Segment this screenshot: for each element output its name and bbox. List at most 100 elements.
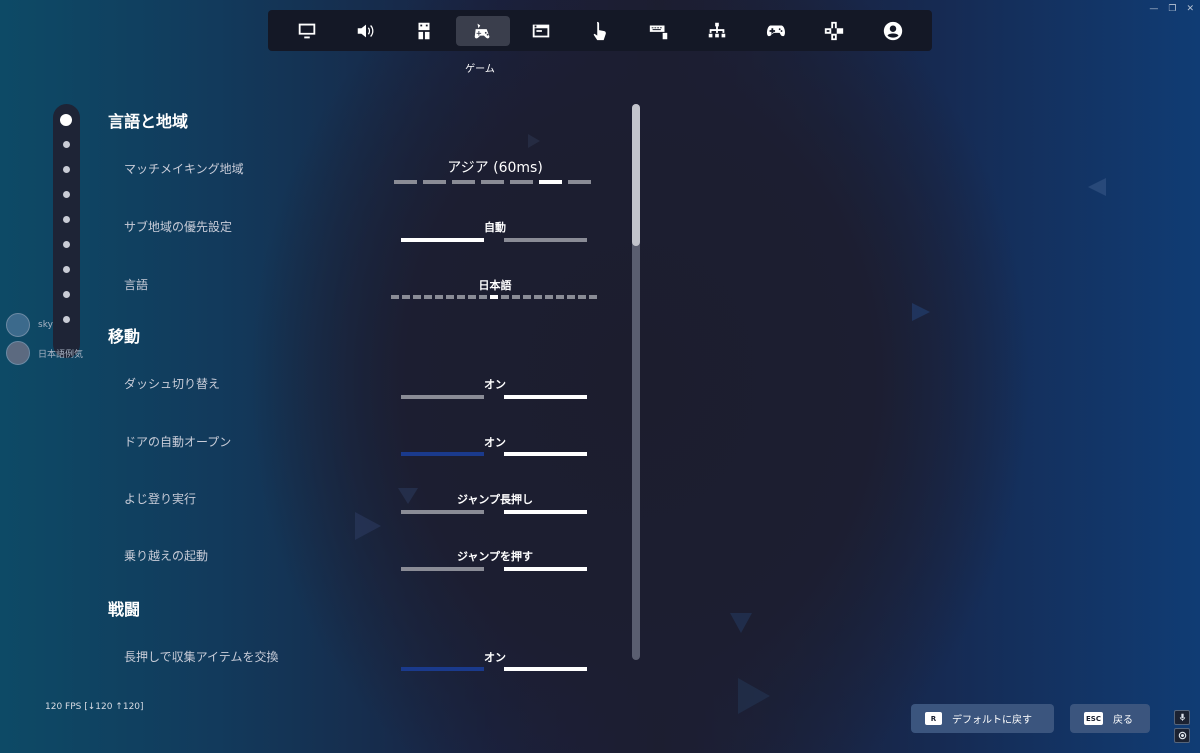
restore-button[interactable]: ❐ [1168,4,1176,14]
option-segment[interactable] [589,295,597,299]
rail-dot[interactable] [63,266,70,273]
hold-to-swap-toggle[interactable] [401,667,587,671]
minimize-button[interactable]: — [1149,4,1158,14]
option-segment-selected[interactable] [504,395,587,399]
voice-settings-button[interactable] [1174,728,1190,743]
subregion-label: サブ地域の優先設定 [124,220,233,234]
auto-open-doors-value[interactable]: オン [395,434,595,450]
window-icon [533,24,550,37]
reset-defaults-button[interactable]: R デフォルトに戻す [911,704,1054,733]
option-segment[interactable] [479,295,487,299]
option-segment[interactable] [504,238,587,242]
gamepad-icon [766,25,785,36]
option-segment[interactable] [401,567,484,571]
hold-to-swap-label: 長押しで収集アイテムを交換 [124,650,279,664]
r-key-icon: R [925,712,942,725]
option-segment[interactable] [523,295,531,299]
subregion-value[interactable]: 自動 [395,219,595,235]
option-segment-selected[interactable] [504,667,587,671]
option-segment[interactable] [452,180,475,184]
option-segment[interactable] [401,452,484,456]
tab-touch[interactable] [573,16,627,46]
rail-dot[interactable] [63,291,70,298]
scrollbar-thumb[interactable] [632,104,640,246]
close-button[interactable]: ✕ [1186,4,1194,14]
rail-dot[interactable] [63,216,70,223]
option-segment[interactable] [423,180,446,184]
option-segment[interactable] [512,295,520,299]
section-heading-combat: 戦闘 [108,600,141,619]
tab-controller-layout[interactable] [690,16,744,46]
option-segment[interactable] [401,395,484,399]
rail-dot[interactable] [60,114,72,126]
tab-hud[interactable] [514,16,568,46]
target-icon [1178,731,1186,740]
rail-dot[interactable] [63,191,70,198]
tab-accessibility[interactable] [397,16,451,46]
climb-toggle[interactable] [401,510,587,514]
option-segment[interactable] [468,295,476,299]
friend-entry[interactable]: sky [6,313,53,337]
option-segment[interactable] [481,180,504,184]
option-segment[interactable] [501,295,509,299]
language-value[interactable]: 日本語 [395,277,595,293]
tab-dpad[interactable] [807,16,861,46]
sprint-toggle[interactable] [401,395,587,399]
option-segment[interactable] [394,180,417,184]
friend-entry[interactable]: 日本語例気 [6,341,83,365]
option-segment-selected[interactable] [504,510,587,514]
option-segment[interactable] [402,295,410,299]
decor-triangle [730,613,752,633]
back-button[interactable]: ESC 戻る [1070,704,1150,733]
auto-open-doors-toggle[interactable] [401,452,587,456]
option-segment[interactable] [446,295,454,299]
tab-game[interactable] [455,15,510,46]
matchmaking-region-selector[interactable] [394,180,591,184]
option-segment[interactable] [578,295,586,299]
rail-dot[interactable] [63,316,70,323]
tab-keyboard-mouse[interactable] [632,16,686,46]
touch-icon [593,21,606,40]
option-segment[interactable] [413,295,421,299]
mantle-toggle[interactable] [401,567,587,571]
option-segment[interactable] [401,667,484,671]
option-segment-selected[interactable] [490,295,498,299]
settings-scrollbar[interactable] [632,104,640,660]
decor-triangle [528,134,540,148]
option-segment[interactable] [424,295,432,299]
option-segment[interactable] [435,295,443,299]
option-segment[interactable] [510,180,533,184]
option-segment-selected[interactable] [401,238,484,242]
option-segment-selected[interactable] [504,567,587,571]
subregion-toggle[interactable] [401,238,587,242]
hold-to-swap-value[interactable]: オン [395,649,595,665]
option-segment[interactable] [391,295,399,299]
microphone-icon [1179,713,1185,721]
section-heading-region: 言語と地域 [108,112,189,131]
microphone-button[interactable] [1174,710,1190,725]
option-segment[interactable] [545,295,553,299]
option-segment[interactable] [401,510,484,514]
option-segment-selected[interactable] [504,452,587,456]
option-segment[interactable] [568,180,591,184]
tab-controller[interactable] [749,16,803,46]
avatar [6,341,30,365]
tab-display[interactable] [280,16,334,46]
mantle-value[interactable]: ジャンプを押す [395,548,595,564]
option-segment-selected[interactable] [539,180,562,184]
rail-dot[interactable] [63,141,70,148]
language-selector[interactable] [391,295,597,299]
decor-triangle [355,512,381,540]
tab-audio[interactable] [339,16,393,46]
option-segment[interactable] [567,295,575,299]
tab-account[interactable] [866,16,920,46]
rail-dot[interactable] [63,241,70,248]
option-segment[interactable] [457,295,465,299]
climb-value[interactable]: ジャンプ長押し [395,491,595,507]
rail-dot[interactable] [63,166,70,173]
option-segment[interactable] [556,295,564,299]
option-segment[interactable] [534,295,542,299]
section-navigation-rail [53,104,80,358]
sprint-toggle-value[interactable]: オン [395,376,595,392]
matchmaking-region-value[interactable]: アジア (60ms) [395,157,595,177]
